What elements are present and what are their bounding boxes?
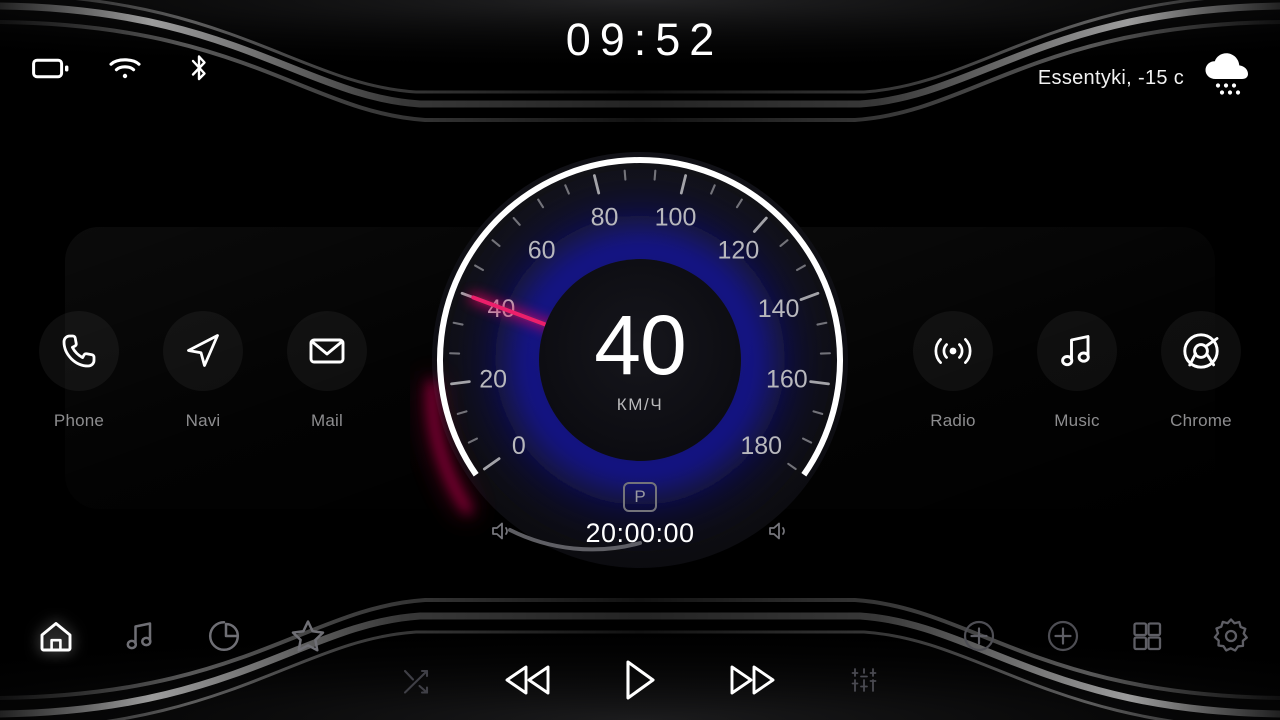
gauge-tick-label: 120 <box>718 236 760 264</box>
gauge-tick-label: 20 <box>479 366 507 394</box>
rewind-icon[interactable] <box>472 654 584 706</box>
chrome-icon <box>1161 311 1241 391</box>
play-icon[interactable] <box>584 654 696 706</box>
app-shortcut-chrome[interactable]: Chrome <box>1139 311 1263 431</box>
weather-widget[interactable]: Essentyki, -15 c <box>1038 52 1252 105</box>
equalizer-icon[interactable] <box>808 654 920 706</box>
app-label: Mail <box>311 411 343 430</box>
gauge-tick-label: 60 <box>528 236 556 264</box>
weather-text: Essentyki, -15 c <box>1038 67 1184 90</box>
trip-time: 20:00:00 <box>585 518 695 548</box>
right-app-shortcuts: Radio Music Chrome <box>891 311 1263 431</box>
left-app-shortcuts: Phone Navi Mail <box>17 311 389 431</box>
car-dashboard-screen: 09:52 Essentyki, -15 c Phone Navi Mail R… <box>0 0 1280 720</box>
radio-waves-icon <box>913 311 993 391</box>
app-shortcut-phone[interactable]: Phone <box>17 311 141 431</box>
app-shortcut-music[interactable]: Music <box>1015 311 1139 431</box>
app-label: Radio <box>930 411 976 430</box>
snow-cloud-icon <box>1200 52 1252 105</box>
volume-left-icon[interactable] <box>489 518 515 544</box>
app-label: Chrome <box>1170 411 1232 430</box>
phone-icon <box>39 311 119 391</box>
gauge-tick-label: 0 <box>512 432 526 460</box>
app-label: Music <box>1054 411 1100 430</box>
fast-forward-icon[interactable] <box>696 654 808 706</box>
mail-envelope-icon <box>287 311 367 391</box>
status-bar: 09:52 Essentyki, -15 c <box>0 0 1280 118</box>
app-shortcut-radio[interactable]: Radio <box>891 311 1015 431</box>
music-note-icon <box>1037 311 1117 391</box>
gear-indicator: P <box>623 482 657 512</box>
gauge-tick-label: 160 <box>766 366 808 394</box>
navigation-arrow-icon <box>163 311 243 391</box>
media-controls <box>0 652 1280 708</box>
gauge-tick-label: 100 <box>655 203 697 231</box>
weather-location: Essentyki, <box>1037 67 1133 89</box>
shuffle-icon[interactable] <box>360 654 472 706</box>
volume-right-icon[interactable] <box>766 518 792 544</box>
app-label: Navi <box>185 411 221 430</box>
app-shortcut-navi[interactable]: Navi <box>141 311 265 431</box>
gauge-tick-label: 80 <box>591 203 619 231</box>
gauge-tick-label: 180 <box>740 432 782 460</box>
weather-temperature: -15 c <box>1138 67 1184 89</box>
app-shortcut-mail[interactable]: Mail <box>265 311 389 431</box>
gauge-tick-label: 140 <box>758 295 800 323</box>
app-label: Phone <box>53 411 105 430</box>
